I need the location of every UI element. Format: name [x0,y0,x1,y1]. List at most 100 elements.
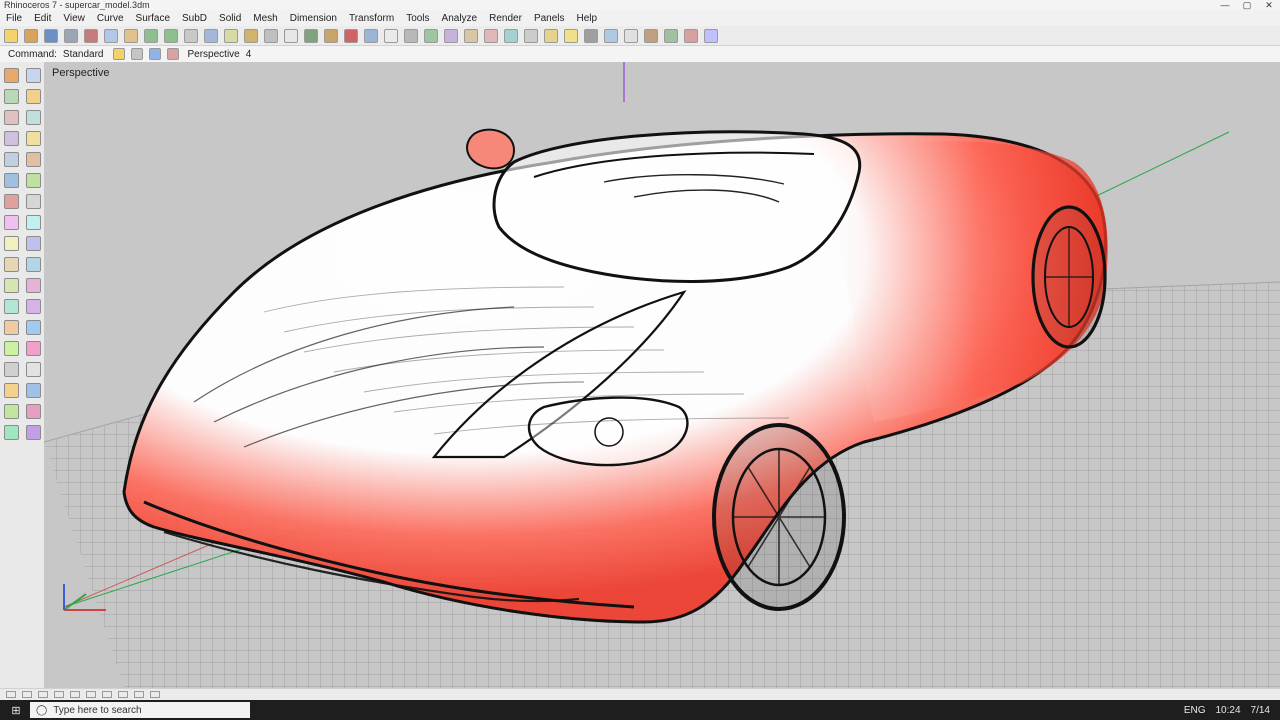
toolbar-osnap-icon[interactable] [484,28,498,43]
menu-item-analyze[interactable]: Analyze [436,13,484,24]
left-tool-icon[interactable] [4,404,19,419]
perspective-viewport[interactable]: Perspective [44,62,1280,688]
toolbar-save-icon[interactable] [44,28,58,43]
toolbar-layer-icon[interactable] [304,28,318,43]
status-icon[interactable] [150,691,160,698]
menu-item-transform[interactable]: Transform [343,13,400,24]
toolbar-zoom-window-icon[interactable] [264,28,278,43]
left-tool-icon[interactable] [4,236,19,251]
left-tool-icon[interactable] [4,215,19,230]
toolbar-paste-icon[interactable] [124,28,138,43]
toolbar-snap-icon[interactable] [424,28,438,43]
toolbar-lights-icon[interactable] [564,28,578,43]
left-tool-icon[interactable] [26,89,41,104]
command-icon-a[interactable] [112,48,125,60]
toolbar-filter-icon[interactable] [544,28,558,43]
status-icon[interactable] [54,691,64,698]
left-tool-icon[interactable] [4,383,19,398]
toolbar-text-icon[interactable] [624,28,638,43]
left-tool-icon[interactable] [26,362,41,377]
toolbar-select-icon[interactable] [284,28,298,43]
toolbar-open-icon[interactable] [24,28,38,43]
status-icon[interactable] [102,691,112,698]
left-tool-icon[interactable] [4,425,19,440]
menu-item-file[interactable]: File [0,13,28,24]
left-tool-icon[interactable] [26,68,41,83]
status-icon[interactable] [22,691,32,698]
toolbar-help-icon[interactable] [704,28,718,43]
menu-item-solid[interactable]: Solid [213,13,247,24]
toolbar-shaded-icon[interactable] [364,28,378,43]
toolbar-undo-icon[interactable] [144,28,158,43]
left-tool-icon[interactable] [4,194,19,209]
toolbar-planar-icon[interactable] [464,28,478,43]
toolbar-new-icon[interactable] [4,28,18,43]
windows-start-icon[interactable]: ⊞ [6,704,26,717]
toolbar-gumball-icon[interactable] [504,28,518,43]
toolbar-properties-icon[interactable] [324,28,338,43]
menu-item-surface[interactable]: Surface [130,13,176,24]
left-tool-icon[interactable] [26,383,41,398]
status-icon[interactable] [38,691,48,698]
menu-item-dimension[interactable]: Dimension [284,13,343,24]
menu-item-render[interactable]: Render [483,13,528,24]
toolbar-wireframe-icon[interactable] [384,28,398,43]
toolbar-render-icon[interactable] [344,28,358,43]
left-tool-icon[interactable] [26,131,41,146]
close-button[interactable]: ✕ [1258,0,1280,10]
toolbar-rotate-icon[interactable] [204,28,218,43]
taskbar-search-input[interactable]: Type here to search [53,705,141,716]
command-icon-c[interactable] [148,48,161,60]
toolbar-copy-icon[interactable] [104,28,118,43]
menu-item-mesh[interactable]: Mesh [247,13,283,24]
left-tool-icon[interactable] [4,278,19,293]
left-tool-icon[interactable] [4,152,19,167]
command-icon-d[interactable] [166,48,179,60]
left-tool-icon[interactable] [4,257,19,272]
menu-item-panels[interactable]: Panels [528,13,571,24]
left-tool-icon[interactable] [26,236,41,251]
toolbar-camera-icon[interactable] [584,28,598,43]
status-icon[interactable] [70,691,80,698]
left-tool-icon[interactable] [26,257,41,272]
left-tool-icon[interactable] [26,341,41,356]
toolbar-dimension-icon[interactable] [604,28,618,43]
toolbar-print-icon[interactable] [64,28,78,43]
left-tool-icon[interactable] [26,110,41,125]
viewport-label[interactable]: Perspective [52,67,109,79]
toolbar-pan-icon[interactable] [184,28,198,43]
left-tool-icon[interactable] [4,173,19,188]
left-tool-icon[interactable] [26,299,41,314]
menu-item-view[interactable]: View [57,13,91,24]
status-icon[interactable] [118,691,128,698]
left-tool-icon[interactable] [26,152,41,167]
toolbar-hatch-icon[interactable] [644,28,658,43]
tray-time[interactable]: 10:24 [1216,705,1241,716]
menu-item-edit[interactable]: Edit [28,13,57,24]
maximize-button[interactable]: ▢ [1236,0,1258,10]
toolbar-ortho-icon[interactable] [444,28,458,43]
left-tool-icon[interactable] [4,320,19,335]
left-tool-icon[interactable] [4,89,19,104]
left-tool-icon[interactable] [4,131,19,146]
left-tool-icon[interactable] [26,425,41,440]
status-icon[interactable] [86,691,96,698]
toolbar-block-icon[interactable] [664,28,678,43]
tray-date[interactable]: 7/14 [1251,705,1270,716]
toolbar-zoom-icon[interactable] [224,28,238,43]
left-tool-icon[interactable] [26,320,41,335]
toolbar-analyze-icon[interactable] [684,28,698,43]
menu-item-subd[interactable]: SubD [176,13,213,24]
tray-language[interactable]: ENG [1184,705,1206,716]
status-icon[interactable] [134,691,144,698]
minimize-button[interactable]: — [1214,0,1236,10]
menu-item-help[interactable]: Help [571,13,604,24]
left-tool-icon[interactable] [4,299,19,314]
left-tool-icon[interactable] [26,173,41,188]
taskbar-search-box[interactable]: ◯ Type here to search [30,702,250,718]
menu-item-tools[interactable]: Tools [400,13,435,24]
toolbar-cut-icon[interactable] [84,28,98,43]
toolbar-grid-icon[interactable] [404,28,418,43]
left-tool-icon[interactable] [26,404,41,419]
menu-item-curve[interactable]: Curve [91,13,130,24]
